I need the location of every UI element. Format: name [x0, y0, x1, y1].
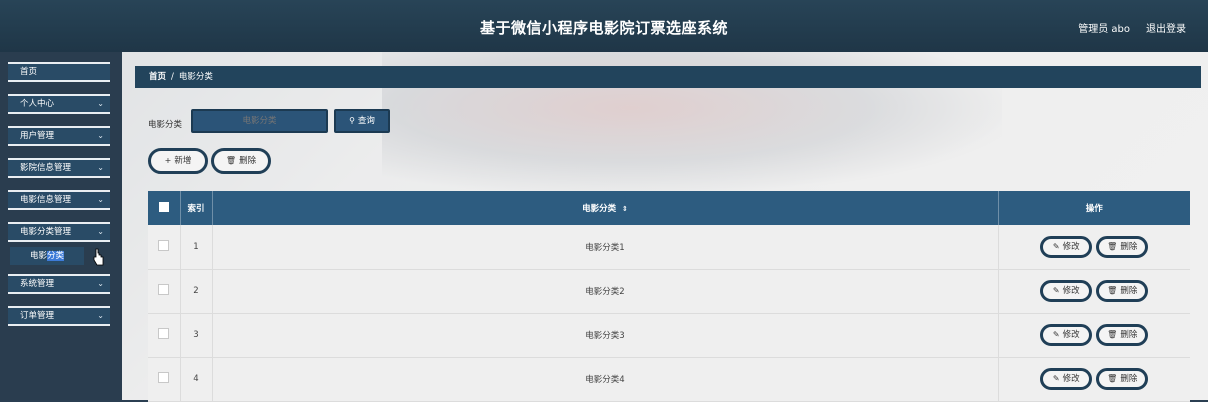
header-operations: 操作 [1085, 204, 1103, 214]
app-title: 基于微信小程序电影院订票选座系统 [479, 19, 728, 37]
subitem-label-part1: 电影 [29, 251, 47, 261]
delete-label: 删除 [1120, 374, 1138, 384]
sidebar-item-orders[interactable]: 订单管理 ⌄ [8, 306, 110, 326]
row-category: 电影分类2 [212, 269, 999, 313]
edit-icon: ✎ [1052, 374, 1060, 383]
sidebar-item-cinema-info[interactable]: 影院信息管理 ⌄ [8, 158, 110, 178]
header-category[interactable]: 电影分类 ⇕ [212, 191, 999, 225]
sidebar-item-label: 影院信息管理 [20, 163, 72, 173]
row-index: 1 [180, 225, 213, 269]
breadcrumb-separator: / [171, 72, 174, 82]
chevron-down-icon: ⌄ [97, 311, 104, 320]
top-header: 基于微信小程序电影院订票选座系统 管理员 abo 退出登录 [0, 0, 1208, 52]
logout-link[interactable]: 退出登录 [1146, 20, 1186, 35]
sidebar-item-system[interactable]: 系统管理 ⌄ [8, 274, 110, 294]
breadcrumb-current: 电影分类 [178, 72, 213, 82]
chevron-down-icon: ⌄ [97, 163, 104, 172]
row-checkbox[interactable] [158, 239, 170, 251]
sidebar-item-movie-info[interactable]: 电影信息管理 ⌄ [8, 190, 110, 210]
sort-icon[interactable]: ⇕ [622, 205, 628, 213]
sidebar-item-home[interactable]: 首页 [8, 62, 110, 82]
search-input[interactable] [191, 109, 328, 133]
delete-label: 删除 [1120, 241, 1138, 252]
edit-button[interactable]: ✎ 修改 [1040, 280, 1093, 302]
edit-icon: ✎ [1052, 241, 1060, 251]
add-button[interactable]: + 新增 [148, 148, 208, 174]
chevron-down-icon: ⌄ [97, 99, 104, 108]
table-row: 4 电影分类4 ✎ 修改 🗑 删除 [148, 357, 1190, 401]
edit-label: 修改 [1062, 286, 1080, 296]
chevron-down-icon: ⌄ [97, 195, 104, 204]
edit-button[interactable]: ✎ 修改 [1040, 324, 1093, 346]
sidebar-subitem-movie-category[interactable]: 电影分类 [10, 247, 84, 265]
current-user: 管理员 abo [1078, 24, 1130, 35]
row-delete-button[interactable]: 🗑 删除 [1096, 280, 1149, 302]
search-button-label: 查询 [357, 116, 375, 126]
row-checkbox[interactable] [158, 284, 170, 295]
delete-button[interactable]: 🗑 删除 [211, 148, 271, 174]
delete-label: 删除 [1120, 286, 1138, 296]
search-label: 电影分类 [148, 120, 183, 130]
sidebar-item-personal-center[interactable]: 个人中心 ⌄ [8, 94, 110, 114]
chevron-down-icon: ⌄ [97, 279, 104, 288]
row-delete-button[interactable]: 🗑 删除 [1096, 368, 1149, 390]
trash-icon: 🗑 [1107, 286, 1118, 295]
select-all-cell [148, 191, 181, 225]
row-category: 电影分类4 [212, 357, 999, 401]
row-category: 电影分类3 [212, 313, 999, 357]
sidebar-item-label: 首页 [20, 67, 38, 77]
sidebar-item-label: 订单管理 [20, 311, 55, 321]
table-row: 1 电影分类1 ✎ 修改 🗑 删除 [148, 225, 1190, 269]
subitem-label-part2: 分类 [47, 251, 65, 261]
row-delete-button[interactable]: 🗑 删除 [1096, 324, 1149, 346]
trash-icon: 🗑 [1107, 241, 1118, 251]
edit-icon: ✎ [1052, 330, 1060, 339]
search-icon: ⚲ [349, 116, 355, 125]
edit-label: 修改 [1062, 241, 1080, 252]
sidebar-item-label: 个人中心 [20, 99, 55, 109]
edit-label: 修改 [1062, 374, 1080, 384]
breadcrumb: 首页 / 电影分类 [135, 66, 1201, 88]
sidebar-item-movie-category[interactable]: 电影分类管理 ⌄ [8, 222, 110, 242]
edit-button[interactable]: ✎ 修改 [1040, 235, 1093, 258]
edit-icon: ✎ [1052, 286, 1060, 295]
row-checkbox[interactable] [158, 372, 170, 383]
row-index: 4 [180, 357, 213, 401]
edit-label: 修改 [1062, 330, 1080, 340]
category-table: 索引 电影分类 ⇕ 操作 1 电影分类1 ✎ 修改 🗑 删除 2 电影分类2 ✎… [148, 191, 1190, 402]
header-category-label: 电影分类 [582, 204, 617, 214]
select-all-checkbox[interactable] [158, 201, 169, 212]
table-row: 2 电影分类2 ✎ 修改 🗑 删除 [148, 269, 1190, 313]
sidebar-item-user-management[interactable]: 用户管理 ⌄ [8, 126, 110, 146]
header-index: 索引 [180, 191, 213, 225]
table-row: 3 电影分类3 ✎ 修改 🗑 删除 [148, 313, 1190, 357]
table-header-row: 索引 电影分类 ⇕ 操作 [148, 191, 1190, 225]
chevron-down-icon: ⌄ [97, 131, 104, 140]
plus-icon: + [164, 156, 172, 165]
trash-icon: 🗑 [1107, 330, 1118, 339]
hand-cursor-icon [93, 248, 104, 266]
row-category: 电影分类1 [212, 225, 999, 269]
search-button[interactable]: ⚲ 查询 [334, 109, 390, 133]
delete-label: 删除 [1120, 330, 1138, 340]
trash-icon: 🗑 [225, 156, 237, 165]
row-delete-button[interactable]: 🗑 删除 [1096, 235, 1149, 258]
sidebar-item-label: 用户管理 [20, 131, 55, 141]
sidebar-item-label: 系统管理 [20, 279, 55, 289]
breadcrumb-home[interactable]: 首页 [149, 72, 166, 82]
row-index: 3 [180, 313, 213, 357]
add-button-label: 新增 [174, 156, 192, 166]
edit-button[interactable]: ✎ 修改 [1040, 368, 1093, 390]
delete-button-label: 删除 [239, 156, 257, 166]
sidebar-item-label: 电影分类管理 [20, 227, 72, 237]
sidebar-item-label: 电影信息管理 [20, 195, 72, 205]
row-checkbox[interactable] [158, 328, 170, 339]
chevron-down-icon: ⌄ [97, 227, 104, 236]
row-index: 2 [180, 269, 213, 313]
trash-icon: 🗑 [1107, 374, 1118, 383]
